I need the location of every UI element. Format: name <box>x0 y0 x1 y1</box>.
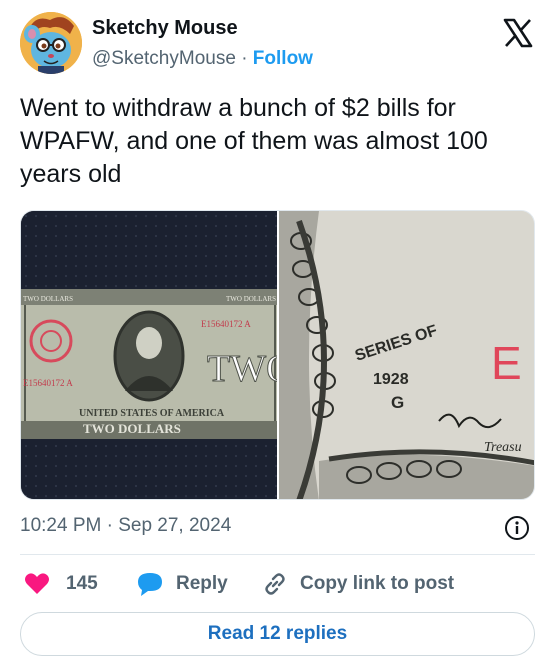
bill-front-image: TWO DOLLARS TWO DOLLARS E15640172 A E156… <box>21 211 294 499</box>
bill-top-left-text: TWO DOLLARS <box>23 295 73 303</box>
handle[interactable]: @SketchyMouse <box>92 48 236 69</box>
handle-line: @SketchyMouse · Follow <box>92 46 313 72</box>
like-count: 145 <box>66 573 98 594</box>
tweet-header: Sketchy Mouse @SketchyMouse · Follow <box>20 10 535 76</box>
heart-icon <box>25 573 49 594</box>
bill-front-photo[interactable]: TWO DOLLARS TWO DOLLARS E15640172 A E156… <box>21 211 294 499</box>
display-name[interactable]: Sketchy Mouse <box>92 16 313 40</box>
tweet-timestamp[interactable]: 10:24 PM · Sep 27, 2024 <box>20 514 231 538</box>
mouse-avatar-image <box>20 12 82 74</box>
bill-closeup-photo[interactable]: SERIES OF 1928 G E Treasu <box>279 211 534 499</box>
info-icon[interactable] <box>504 515 530 541</box>
link-icon <box>265 573 285 595</box>
seal-letter: E <box>491 337 522 389</box>
reply-bubble-icon <box>138 573 162 596</box>
author-names: Sketchy Mouse @SketchyMouse · Follow <box>92 16 313 72</box>
follow-button[interactable]: Follow <box>253 48 313 69</box>
bill-serial-1: E15640172 A <box>201 319 251 329</box>
read-replies-button[interactable]: Read 12 replies <box>20 612 535 656</box>
tweet-media[interactable]: TWO DOLLARS TWO DOLLARS E15640172 A E156… <box>20 210 535 500</box>
bill-banner: UNITED STATES OF AMERICA <box>79 408 225 419</box>
reply-button[interactable]: Reply <box>136 568 228 600</box>
series-year: 1928 <box>373 371 409 388</box>
avatar[interactable] <box>20 12 82 74</box>
series-letter: G <box>391 393 404 412</box>
bill-serial-2: E15640172 A <box>23 378 73 388</box>
bill-top-right-text: TWO DOLLARS <box>226 295 276 303</box>
reply-label: Reply <box>176 573 228 594</box>
divider <box>20 554 535 555</box>
treasury-text: Treasu <box>484 440 522 455</box>
bill-two-word: TWO <box>207 348 277 390</box>
x-logo-icon[interactable] <box>503 18 533 48</box>
separator-dot: · <box>241 48 248 69</box>
bill-closeup-image: SERIES OF 1928 G E Treasu <box>279 211 534 499</box>
tweet-text: Went to withdraw a bunch of $2 bills for… <box>20 94 488 188</box>
like-button[interactable]: 145 <box>24 568 98 600</box>
bill-bottom-text: TWO DOLLARS <box>83 421 181 436</box>
copy-link-button[interactable]: Copy link to post <box>262 568 454 600</box>
tweet-actions: 145 Reply Copy link to post <box>20 568 535 600</box>
copy-link-label: Copy link to post <box>300 573 455 594</box>
